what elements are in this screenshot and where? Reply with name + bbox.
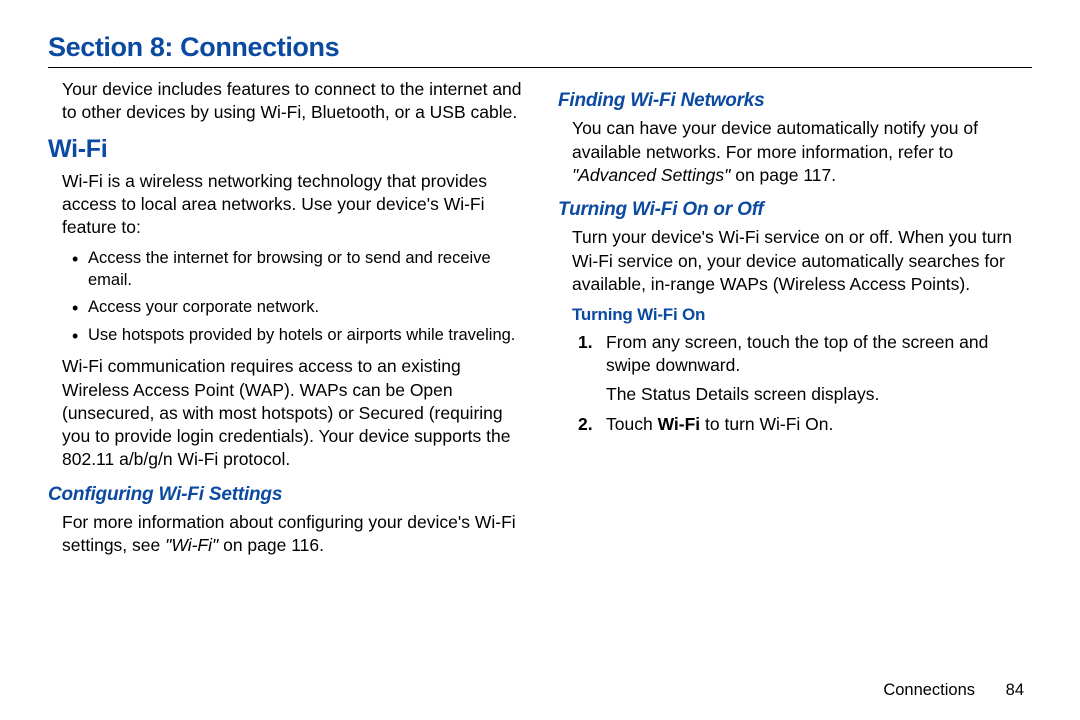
two-column-layout: Your device includes features to connect… [48,78,1032,565]
finding-text-suffix: on page 117. [730,165,836,185]
step-subtext: The Status Details screen displays. [606,383,1032,406]
wifi-note: Wi-Fi communication requires access to a… [48,355,522,471]
onoff-heading: Turning Wi-Fi On or Off [558,197,1032,222]
steps-list: 2. Touch Wi-Fi to turn Wi-Fi On. [558,413,1032,436]
step-text: From any screen, touch the top of the sc… [606,332,988,375]
section-title: Section 8: Connections [48,32,1032,63]
step-text-post: to turn Wi-Fi On. [700,414,833,434]
bullet-item: Access the internet for browsing or to s… [74,248,522,292]
config-text-suffix: on page 116. [218,535,324,555]
finding-body: You can have your device automatically n… [558,117,1032,187]
finding-reference: "Advanced Settings" [572,165,730,185]
bullet-item: Access your corporate network. [74,297,522,319]
manual-page: Section 8: Connections Your device inclu… [0,0,1080,720]
config-reference: "Wi-Fi" [165,535,218,555]
finding-heading: Finding Wi-Fi Networks [558,88,1032,113]
intro-paragraph: Your device includes features to connect… [48,78,522,125]
page-footer: Connections 84 [883,681,1024,700]
turnon-heading: Turning Wi-Fi On [558,304,1032,327]
wifi-heading: Wi-Fi [48,133,522,166]
left-column: Your device includes features to connect… [48,78,522,565]
step-item: 1. From any screen, touch the top of the… [606,331,1032,378]
configuring-heading: Configuring Wi-Fi Settings [48,482,522,507]
footer-section-label: Connections [883,681,975,699]
wifi-description: Wi-Fi is a wireless networking technolog… [48,170,522,240]
step-number: 1. [578,331,593,354]
title-rule [48,67,1032,68]
onoff-body: Turn your device's Wi-Fi service on or o… [558,226,1032,296]
wifi-bullet-list: Access the internet for browsing or to s… [60,248,522,348]
steps-list: 1. From any screen, touch the top of the… [558,331,1032,378]
configuring-body: For more information about configuring y… [48,511,522,558]
step-text-pre: Touch [606,414,658,434]
step-item: 2. Touch Wi-Fi to turn Wi-Fi On. [606,413,1032,436]
footer-page-number: 84 [1006,681,1024,699]
finding-text-prefix: You can have your device automatically n… [572,118,978,161]
right-column: Finding Wi-Fi Networks You can have your… [558,78,1032,565]
step-number: 2. [578,413,593,436]
bullet-item: Use hotspots provided by hotels or airpo… [74,325,522,347]
step-text-bold: Wi-Fi [658,414,701,434]
